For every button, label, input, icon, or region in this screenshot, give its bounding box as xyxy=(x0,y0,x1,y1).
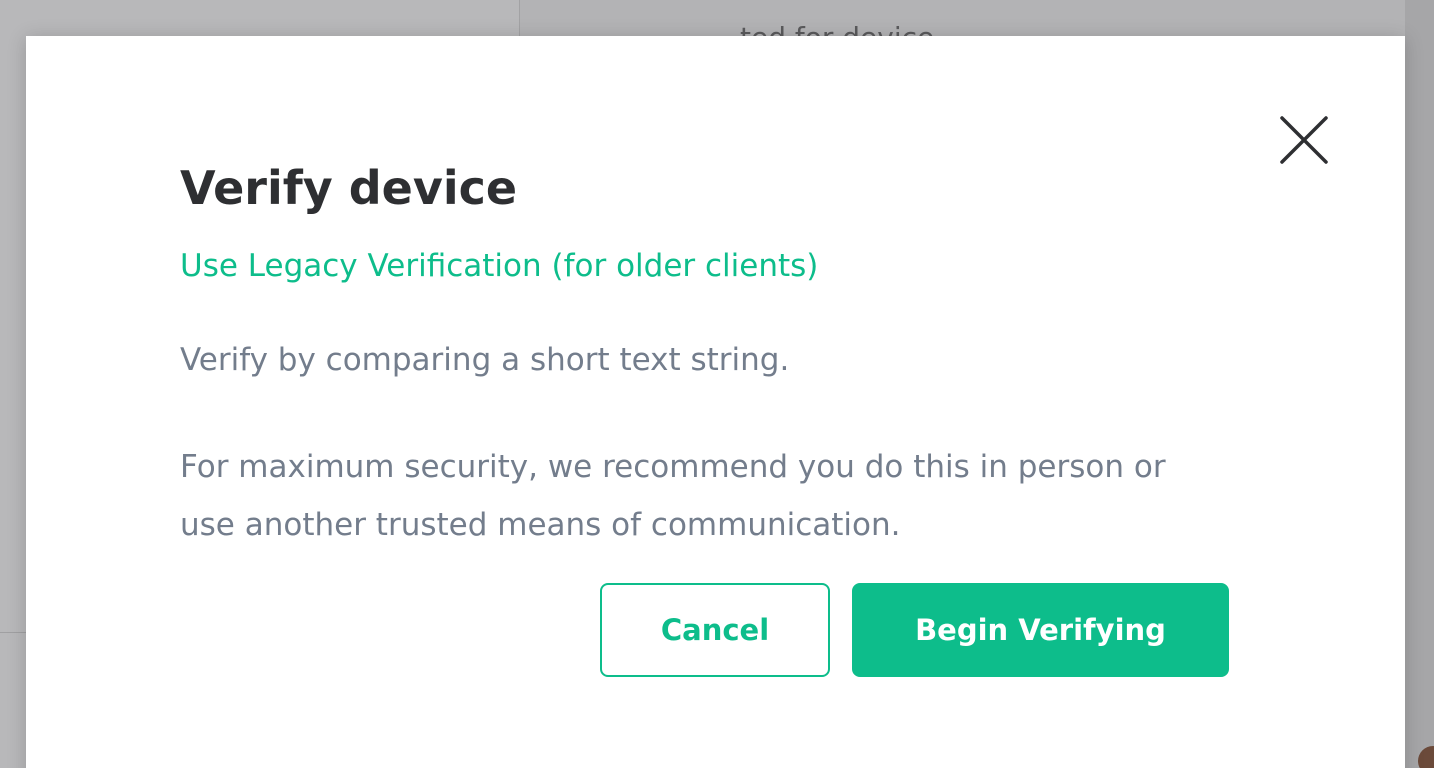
verification-description: Verify by comparing a short text string. xyxy=(180,342,790,378)
background-divider xyxy=(0,632,26,633)
begin-verifying-button[interactable]: Begin Verifying xyxy=(852,583,1229,677)
close-icon xyxy=(1280,116,1328,164)
background-peek-text: ted for device xyxy=(740,21,935,38)
close-button[interactable] xyxy=(1276,112,1332,168)
verify-device-dialog: Verify device Use Legacy Verification (f… xyxy=(26,36,1405,768)
background-right-edge xyxy=(1405,0,1434,768)
dialog-title: Verify device xyxy=(180,161,518,215)
legacy-verification-link[interactable]: Use Legacy Verification (for older clien… xyxy=(180,244,818,288)
security-note: For maximum security, we recommend you d… xyxy=(180,449,1166,543)
cancel-button[interactable]: Cancel xyxy=(600,583,830,677)
